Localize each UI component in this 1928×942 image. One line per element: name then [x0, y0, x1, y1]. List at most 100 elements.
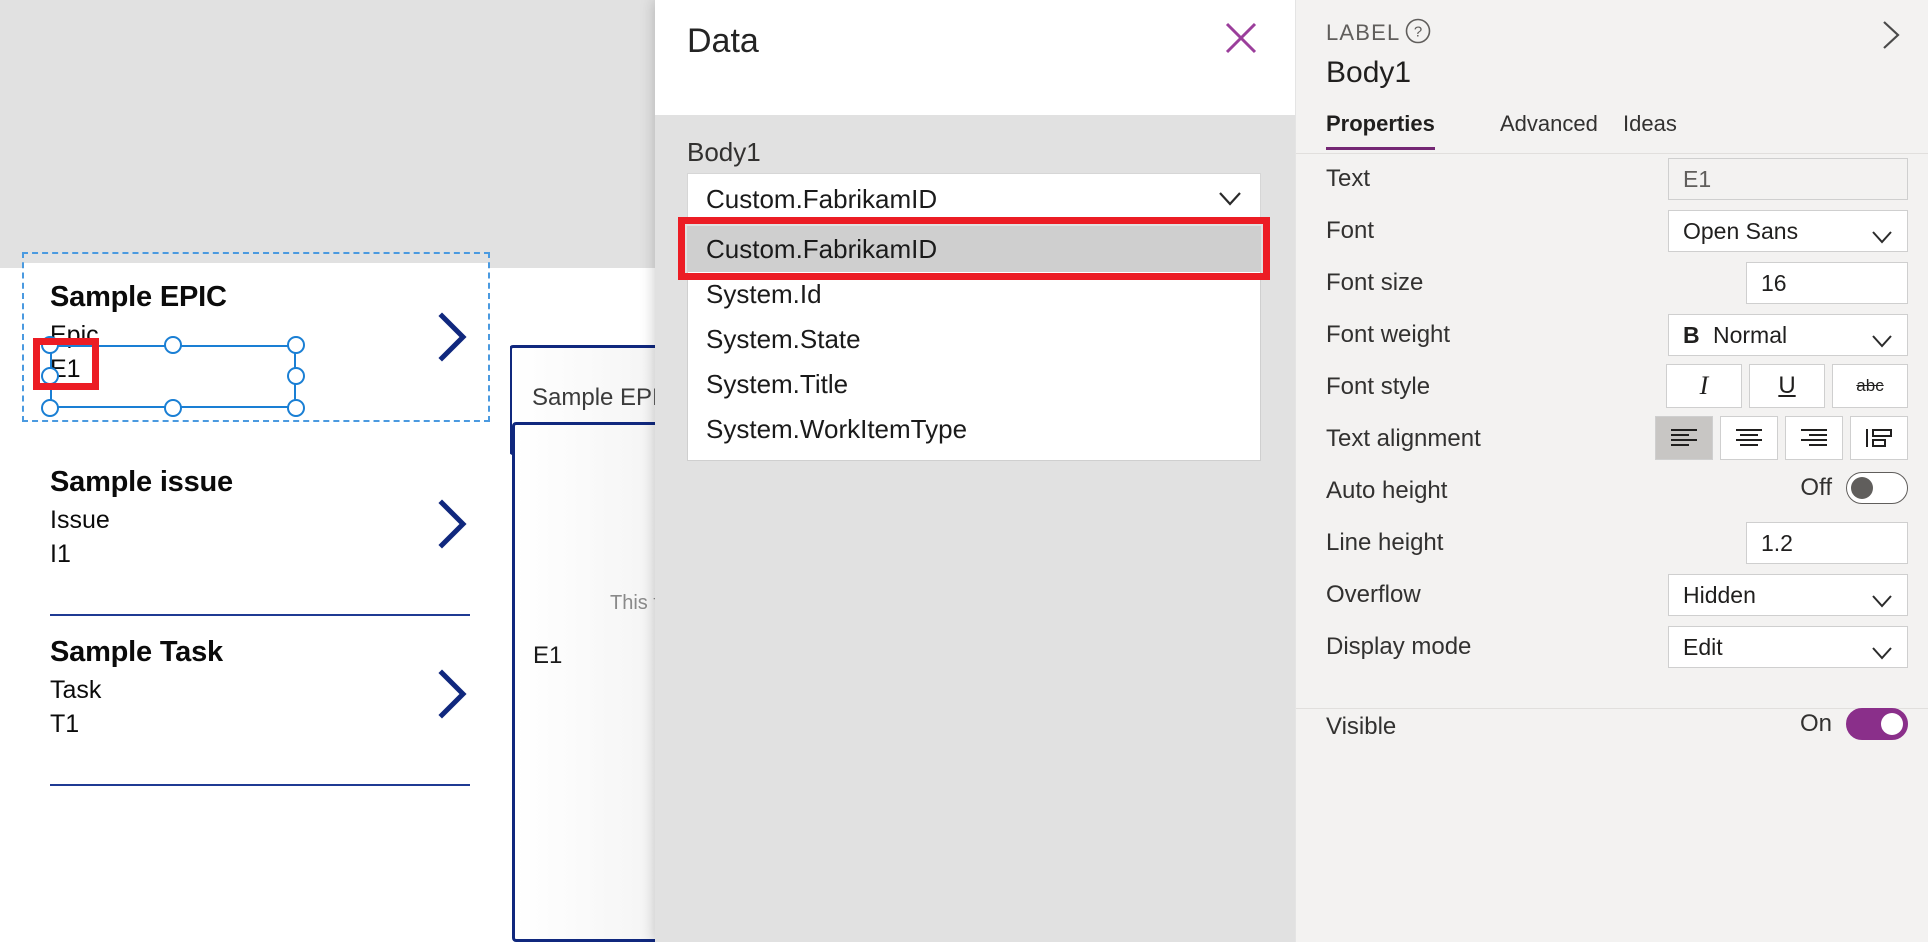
- property-row-font-style: Font style I U abc: [1296, 362, 1928, 414]
- chevron-down-icon: [1871, 588, 1893, 608]
- tab-advanced[interactable]: Advanced: [1500, 111, 1598, 147]
- align-justify-icon[interactable]: [1850, 416, 1908, 460]
- property-row-line-height: Line height 1.2: [1296, 518, 1928, 570]
- italic-icon[interactable]: I: [1666, 364, 1742, 408]
- dropdown-option[interactable]: System.WorkItemType: [688, 407, 1260, 452]
- bold-icon: B: [1683, 322, 1700, 348]
- align-left-icon[interactable]: [1655, 416, 1713, 460]
- property-row-font-weight: Font weight B Normal: [1296, 310, 1928, 362]
- app-root: Sample EPIC This fo E1 Sample EPIC Epic …: [0, 0, 1928, 942]
- gallery-item-id: E1: [50, 355, 81, 383]
- data-field-dropdown-list: Custom.FabrikamID System.Id System.State…: [687, 226, 1261, 461]
- align-right-icon[interactable]: [1785, 416, 1843, 460]
- control-type-kicker: LABEL: [1326, 20, 1401, 45]
- gallery-item-type: Task: [50, 676, 102, 704]
- list-divider: [50, 784, 470, 786]
- auto-height-state: Off: [1800, 474, 1832, 501]
- control-name: Body1: [1326, 56, 1412, 89]
- display-mode-select[interactable]: Edit: [1668, 626, 1908, 668]
- visible-state: On: [1799, 710, 1832, 737]
- chevron-right-icon[interactable]: [436, 498, 470, 550]
- gallery-item-title: Sample issue: [50, 466, 233, 498]
- text-field[interactable]: E1: [1668, 158, 1908, 200]
- dropdown-option[interactable]: Custom.FabrikamID: [688, 227, 1260, 272]
- auto-height-toggle[interactable]: [1846, 472, 1908, 504]
- chevron-down-icon: [1871, 640, 1893, 660]
- tab-properties[interactable]: Properties: [1326, 111, 1435, 150]
- property-label: Line height: [1326, 529, 1444, 556]
- gallery-item-type: Issue: [50, 506, 110, 534]
- gallery-item-type: Epic: [50, 321, 99, 349]
- close-icon[interactable]: [1219, 16, 1263, 60]
- text-alignment-group: [1655, 416, 1908, 460]
- property-label: Font: [1326, 217, 1375, 244]
- help-circle-icon[interactable]: ?: [1404, 17, 1432, 45]
- property-row-font-size: Font size 16: [1296, 258, 1928, 310]
- property-label: Font style: [1326, 373, 1431, 400]
- font-style-group: I U abc: [1666, 364, 1908, 408]
- display-mode-value: Edit: [1683, 634, 1723, 660]
- property-label: Font size: [1326, 269, 1424, 296]
- toggle-knob: [1881, 713, 1903, 735]
- property-label: Visible: [1326, 713, 1397, 740]
- text-field-value: E1: [1683, 166, 1712, 192]
- properties-tabs: Properties Advanced Ideas: [1296, 105, 1928, 154]
- property-label: Auto height: [1326, 477, 1448, 504]
- dropdown-option[interactable]: System.Title: [688, 362, 1260, 407]
- gallery-item-title: Sample Task: [50, 636, 223, 668]
- property-label: Text alignment: [1326, 425, 1481, 452]
- gallery-item-title: Sample EPIC: [50, 281, 227, 313]
- property-label: Text: [1326, 165, 1371, 192]
- list-item[interactable]: Sample Task Task T1: [22, 636, 490, 804]
- dropdown-option[interactable]: System.State: [688, 317, 1260, 362]
- tab-ideas[interactable]: Ideas: [1623, 111, 1677, 147]
- properties-panel: LABEL ? Body1 Properties Advanced Ideas …: [1295, 0, 1928, 942]
- font-select[interactable]: Open Sans: [1668, 210, 1908, 252]
- toggle-knob: [1851, 477, 1873, 499]
- font-size-field[interactable]: 16: [1746, 262, 1908, 304]
- align-center-icon[interactable]: [1720, 416, 1778, 460]
- list-item[interactable]: Sample issue Issue I1: [22, 466, 490, 634]
- property-row-auto-height: Auto height Off: [1296, 466, 1928, 518]
- font-weight-select[interactable]: B Normal: [1668, 314, 1908, 356]
- property-row-font: Font Open Sans: [1296, 206, 1928, 258]
- property-row-text-alignment: Text alignment: [1296, 414, 1928, 466]
- chevron-right-icon[interactable]: [436, 668, 470, 720]
- visible-toggle[interactable]: [1846, 708, 1908, 740]
- dropdown-option[interactable]: System.Id: [688, 272, 1260, 317]
- chevron-right-icon[interactable]: [436, 311, 470, 363]
- data-panel-header: Data: [655, 0, 1295, 115]
- underline-icon[interactable]: U: [1749, 364, 1825, 408]
- auto-height-toggle-wrap: Off: [1800, 472, 1908, 504]
- gallery-item-id: T1: [50, 710, 80, 738]
- data-field-combobox[interactable]: Custom.FabrikamID: [687, 173, 1261, 224]
- overflow-value: Hidden: [1683, 582, 1756, 608]
- property-label: Display mode: [1326, 633, 1472, 660]
- line-height-value: 1.2: [1761, 530, 1793, 556]
- data-panel-body: Body1 Custom.FabrikamID Custom.FabrikamI…: [655, 115, 1295, 942]
- chevron-right-icon[interactable]: [1874, 18, 1906, 52]
- preview-detail-id: E1: [533, 642, 563, 669]
- data-panel: Data Body1 Custom.FabrikamID Custom.Fabr…: [655, 0, 1295, 942]
- svg-text:?: ?: [1414, 24, 1422, 41]
- properties-rows: Text E1 Font Open Sans Font size 16 Font…: [1296, 154, 1928, 754]
- list-divider: [50, 614, 470, 616]
- overflow-select[interactable]: Hidden: [1668, 574, 1908, 616]
- app-screen: Sample EPIC Epic E1 Sample issue Issue I…: [0, 263, 510, 942]
- data-field-combobox-value: Custom.FabrikamID: [706, 184, 938, 214]
- line-height-field[interactable]: 1.2: [1746, 522, 1908, 564]
- list-item[interactable]: Sample EPIC Epic E1: [22, 263, 490, 458]
- chevron-down-icon[interactable]: [1218, 190, 1242, 208]
- font-weight-value: Normal: [1713, 322, 1788, 348]
- chevron-down-icon: [1871, 328, 1893, 348]
- data-field-label: Body1: [687, 137, 761, 167]
- strikethrough-icon[interactable]: abc: [1832, 364, 1908, 408]
- property-label: Overflow: [1326, 581, 1421, 608]
- property-row-text: Text E1: [1296, 154, 1928, 206]
- property-row-display-mode: Display mode Edit: [1296, 622, 1928, 674]
- chevron-down-icon: [1871, 224, 1893, 244]
- property-label: Font weight: [1326, 321, 1451, 348]
- property-row-overflow: Overflow Hidden: [1296, 570, 1928, 622]
- font-size-value: 16: [1761, 270, 1787, 296]
- font-select-value: Open Sans: [1683, 218, 1799, 244]
